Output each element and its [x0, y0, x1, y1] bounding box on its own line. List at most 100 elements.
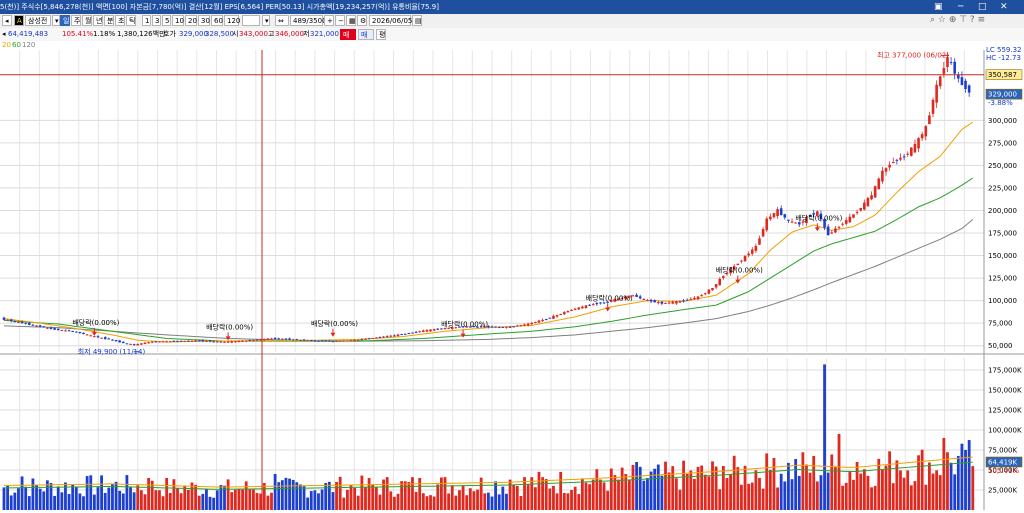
candle-body: [288, 338, 291, 340]
candle-body: [367, 338, 371, 340]
volume-bar: [255, 493, 259, 510]
candle-body: [436, 328, 440, 330]
volume-bar: [280, 480, 284, 510]
volume-bar: [103, 492, 107, 510]
volume-bar: [215, 490, 219, 510]
volume-bar: [584, 482, 588, 510]
candle-body: [837, 226, 841, 228]
candle-body: [353, 339, 356, 342]
volume-bar: [870, 487, 873, 510]
candle-body: [172, 340, 176, 342]
volume-bar: [855, 462, 859, 510]
volume-bar: [476, 489, 479, 510]
volume-bar: [747, 483, 751, 510]
volume-bar: [826, 472, 830, 510]
candle-body: [338, 340, 342, 342]
volume-bar: [295, 482, 299, 510]
volume-bar: [703, 474, 707, 510]
volume-bar: [548, 488, 552, 510]
candle-body: [161, 341, 165, 343]
volume-bar: [486, 492, 490, 510]
candle-body: [248, 340, 252, 342]
volume-bar: [779, 473, 783, 510]
volume-bar: [237, 488, 241, 510]
volume-bar: [555, 493, 559, 510]
volume-bar: [729, 474, 732, 510]
candle-body: [432, 329, 436, 331]
price-volume-chart[interactable]: 50,000 75,000 100,000 125,000 150,000 175,000…: [0, 0, 1024, 513]
volume-bar: [783, 481, 787, 510]
dividend-annotation: 배당락(0.00%): [795, 213, 842, 222]
candle-body: [852, 214, 855, 218]
candle-body: [581, 306, 584, 309]
candle-body: [552, 315, 555, 319]
volume-bar: [262, 482, 266, 510]
candle-body: [797, 222, 801, 225]
volume-ma-label: 105.41%: [988, 467, 1019, 475]
candle-body: [150, 341, 154, 343]
high-price-label: 최고 377,000 (06/02): [877, 50, 949, 59]
volume-bar: [421, 493, 425, 510]
volume-bar: [660, 475, 664, 510]
candle-body: [675, 301, 678, 304]
candle-body: [425, 330, 429, 332]
volume-bar: [208, 496, 212, 510]
price-tick-label: 300,000: [988, 117, 1017, 125]
volume-bar: [288, 478, 291, 510]
volume-bar: [685, 473, 689, 510]
volume-bar: [917, 455, 920, 510]
volume-bar: [642, 480, 646, 510]
candle-body: [20, 321, 24, 324]
volume-bar: [53, 495, 57, 510]
volume-bar: [624, 474, 628, 510]
volume-bar: [714, 466, 718, 510]
volume-bar: [465, 495, 469, 510]
candle-body: [190, 340, 194, 342]
volume-bar: [631, 464, 635, 510]
candle-body: [772, 213, 776, 218]
volume-bar: [179, 493, 183, 510]
volume-bar: [888, 451, 892, 510]
candle-body: [555, 315, 559, 317]
volume-bar: [721, 466, 725, 510]
volume-bar: [226, 479, 230, 510]
volume-bar: [291, 479, 295, 510]
candle-body: [660, 301, 664, 304]
volume-bar: [808, 472, 812, 510]
volume-bar: [458, 490, 461, 510]
candle-body: [866, 197, 870, 207]
volume-bar: [389, 491, 393, 510]
candle-body: [924, 126, 928, 137]
volume-bar: [9, 495, 13, 510]
volume-bar: [327, 481, 331, 510]
candle-body: [194, 340, 197, 342]
volume-bar: [967, 440, 971, 510]
volume-bar: [646, 478, 649, 510]
candle-body: [559, 313, 562, 315]
candle-body: [761, 229, 765, 237]
volume-bar: [111, 484, 114, 510]
volume-bar: [627, 480, 631, 510]
volume-bar: [696, 466, 700, 510]
volume-bar: [671, 466, 675, 510]
candle-body: [722, 276, 725, 278]
dividend-arrow-icon: [91, 331, 97, 336]
candle-body: [114, 340, 118, 342]
candle-body: [241, 340, 244, 342]
volume-bar: [172, 479, 176, 510]
candle-body: [237, 340, 241, 342]
volume-bar: [909, 485, 913, 510]
volume-bar: [396, 493, 400, 510]
volume-bar: [490, 496, 494, 510]
volume-bar: [139, 490, 143, 510]
volume-bar: [331, 492, 335, 510]
candle-body: [2, 317, 6, 320]
volume-bar: [602, 482, 606, 510]
price-tick-label: 50,000: [988, 342, 1013, 350]
volume-bar: [649, 471, 653, 510]
candle-body: [512, 326, 515, 328]
candle-body: [497, 326, 501, 328]
candle-body: [262, 338, 266, 341]
candle-body: [111, 339, 114, 341]
volume-bar: [682, 460, 685, 510]
